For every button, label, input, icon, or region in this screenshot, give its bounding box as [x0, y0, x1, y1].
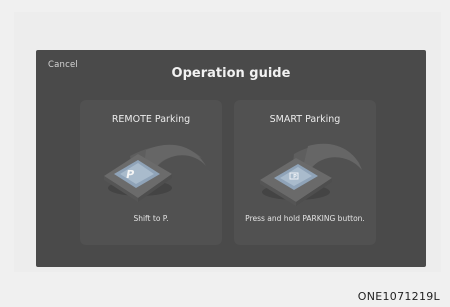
smart-parking-title: SMART Parking [269, 114, 341, 125]
console-parking-button-icon: P [260, 143, 362, 206]
key-fob-p-button-icon: P [104, 144, 206, 202]
svg-text:P: P [293, 174, 297, 180]
remote-parking-card[interactable]: REMOTE Parking P Shift to P. [80, 100, 222, 245]
screen-title: Operation guide [171, 66, 291, 81]
smart-parking-card[interactable]: SMART Parking P Press and hold PARKING b… [234, 100, 376, 245]
figure-code: ONE1071219L [357, 290, 440, 303]
remote-parking-title: REMOTE Parking [111, 114, 191, 125]
smart-parking-description: Press and hold PARKING button. [245, 214, 365, 223]
operation-guide-screen: Cancel Operation guide REMOTE Parking P … [36, 50, 426, 267]
remote-parking-description: Shift to P. [133, 214, 169, 223]
